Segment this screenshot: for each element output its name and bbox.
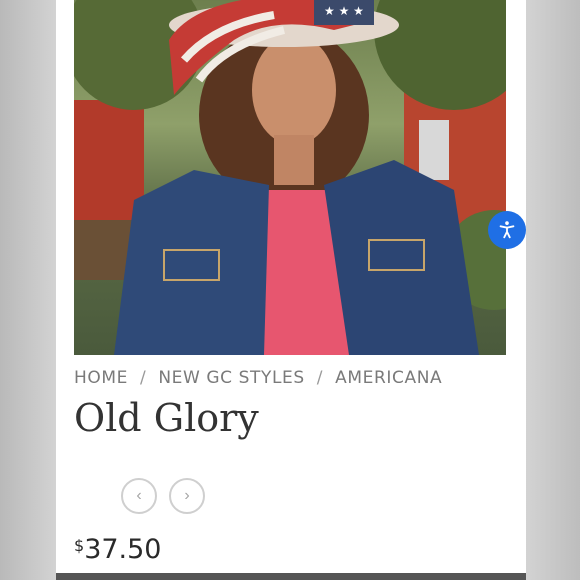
price-currency: $ [74,536,85,555]
breadcrumb-separator: / [316,368,324,388]
accessibility-icon [499,221,515,239]
breadcrumb-separator: / [139,368,147,388]
product-navigation: ‹ › [121,478,205,514]
breadcrumb: HOME / NEW GC STYLES / AMERICANA [74,368,442,388]
right-background [526,0,580,580]
breadcrumb-americana[interactable]: AMERICANA [335,368,442,388]
bottom-toolbar [56,573,526,580]
svg-text:★ ★ ★: ★ ★ ★ [324,4,364,18]
left-background [0,0,56,580]
product-price: $37.50 [74,534,161,565]
previous-product-button[interactable]: ‹ [121,478,157,514]
chevron-right-icon: › [184,487,190,504]
accessibility-button[interactable] [488,211,526,249]
breadcrumb-home[interactable]: HOME [74,368,128,388]
chevron-left-icon: ‹ [136,487,142,504]
product-title: Old Glory [74,396,259,440]
product-photo-illustration: ★ ★ ★ [74,0,506,355]
product-page: ★ ★ ★ HOME / NEW GC STYLES / AMERICANA Old G… [56,0,526,580]
product-image[interactable]: ★ ★ ★ [74,0,506,355]
price-amount: 37.50 [84,534,162,565]
next-product-button[interactable]: › [169,478,205,514]
breadcrumb-new-gc-styles[interactable]: NEW GC STYLES [158,368,304,388]
